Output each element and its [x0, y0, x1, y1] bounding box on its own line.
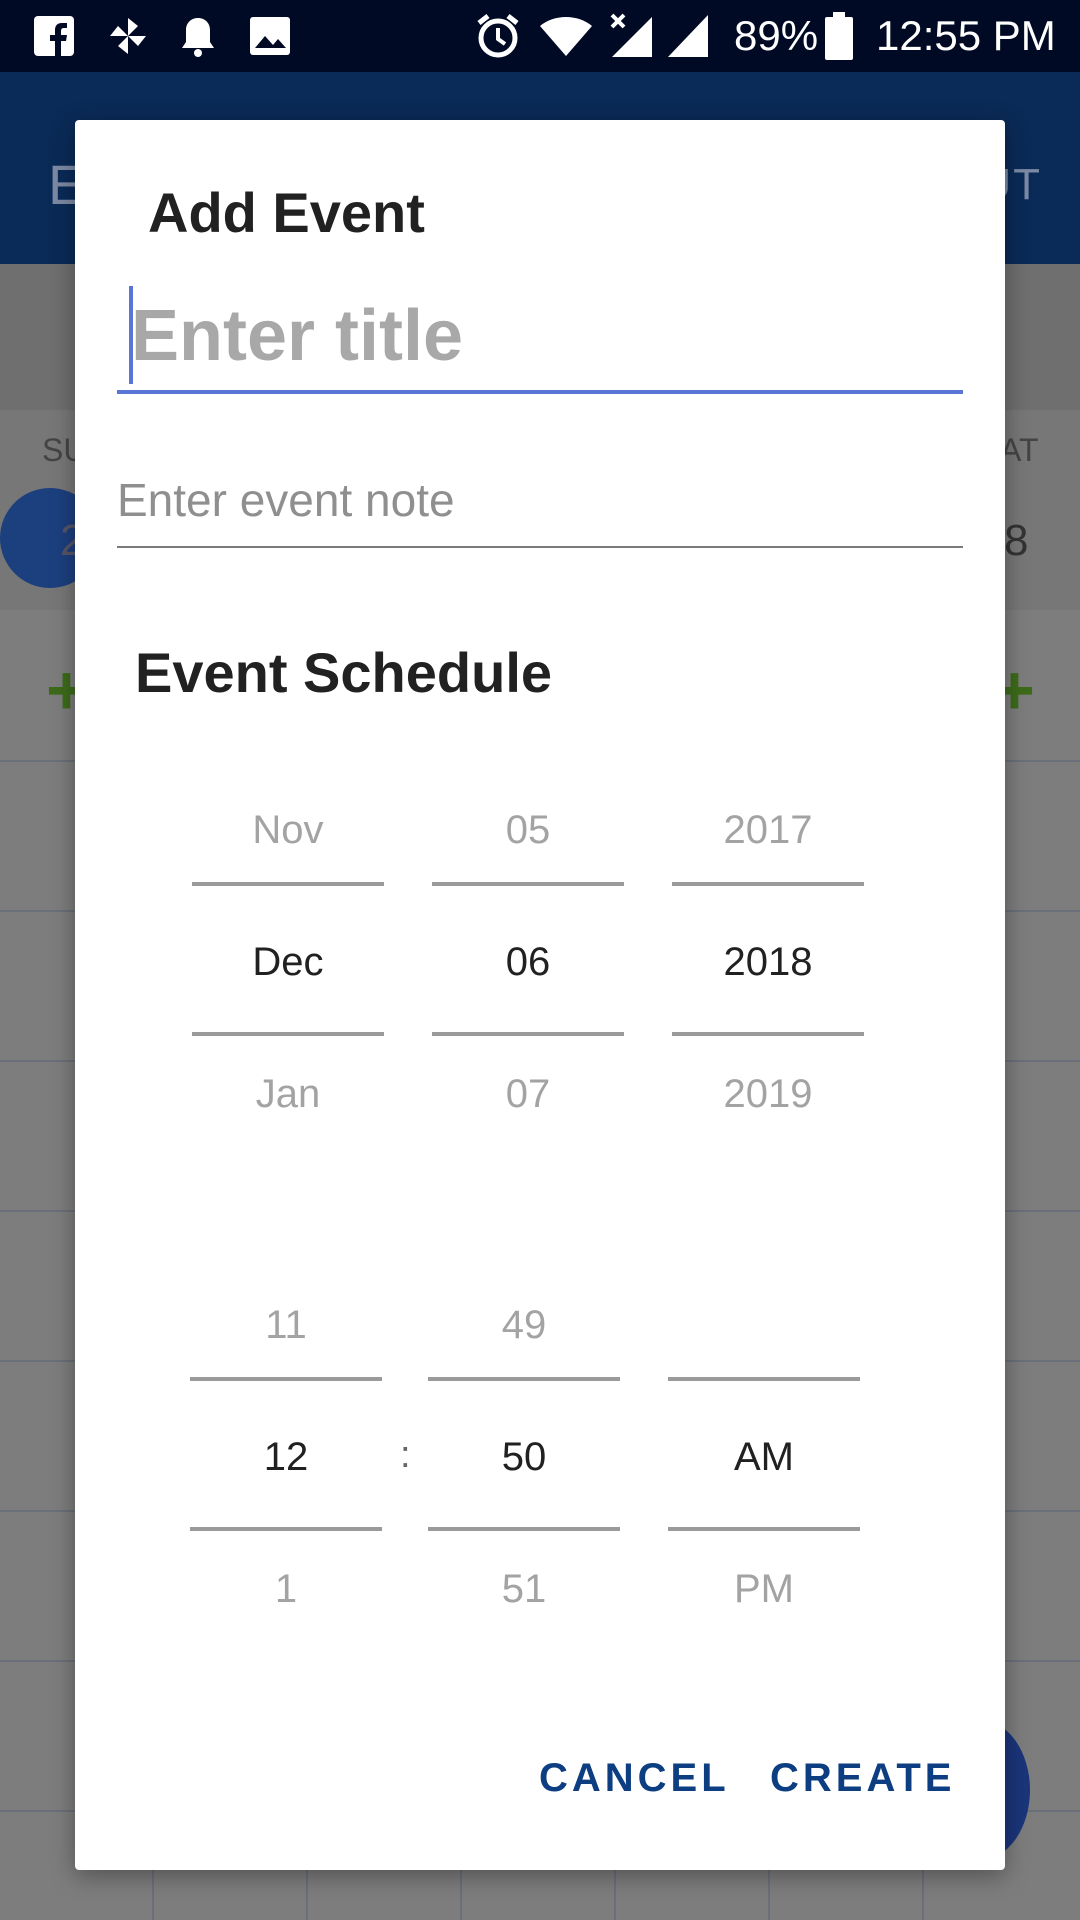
picker-divider [432, 882, 624, 886]
bell-icon [176, 14, 220, 58]
minute-selected[interactable]: 50 [428, 1435, 620, 1480]
day-picker[interactable]: 05 06 [432, 800, 624, 1040]
create-button[interactable]: CREATE [770, 1756, 955, 1801]
day-next[interactable]: 07 [432, 1072, 624, 1117]
year-next[interactable]: 2019 [672, 1072, 864, 1117]
minute-picker[interactable]: 49 50 [428, 1295, 620, 1535]
facebook-icon [32, 14, 76, 58]
year-picker[interactable]: 2017 2018 [672, 800, 864, 1040]
add-event-dialog: Add Event Event Schedule Nov Dec Jan 05 … [75, 120, 1005, 1870]
picker-divider [668, 1377, 860, 1381]
dialog-title: Add Event [148, 181, 425, 244]
year-selected[interactable]: 2018 [672, 940, 864, 985]
hour-selected[interactable]: 12 [190, 1435, 382, 1480]
picker-divider [192, 882, 384, 886]
day-prev[interactable]: 05 [432, 808, 624, 853]
alarm-icon [474, 14, 522, 58]
pinwheel-icon [104, 14, 152, 58]
time-separator: : [400, 1434, 411, 1476]
month-picker[interactable]: Nov Dec [192, 800, 384, 1040]
cancel-button[interactable]: CANCEL [539, 1756, 730, 1801]
minute-next[interactable]: 51 [428, 1567, 620, 1612]
picker-divider [192, 1032, 384, 1036]
picker-divider [428, 1527, 620, 1531]
ampm-next[interactable]: PM [668, 1567, 860, 1612]
picker-divider [190, 1377, 382, 1381]
picker-divider [672, 882, 864, 886]
weekday-label-saturday: AT [1000, 432, 1039, 468]
status-bar: 89% 12:55 PM [0, 0, 1080, 72]
ampm-picker[interactable]: AM [668, 1295, 860, 1535]
battery-icon [824, 12, 854, 60]
day-selected[interactable]: 06 [432, 940, 624, 985]
picker-divider [672, 1032, 864, 1036]
clock-time: 12:55 PM [876, 12, 1056, 59]
ampm-selected[interactable]: AM [668, 1435, 860, 1480]
picker-divider [190, 1527, 382, 1531]
signal-no-data-icon [606, 13, 656, 58]
picker-divider [432, 1032, 624, 1036]
wifi-icon [538, 14, 594, 58]
picker-divider [428, 1377, 620, 1381]
month-selected[interactable]: Dec [192, 940, 384, 985]
signal-icon [666, 14, 712, 58]
hour-prev[interactable]: 11 [190, 1303, 382, 1348]
month-next[interactable]: Jan [192, 1072, 384, 1117]
month-prev[interactable]: Nov [192, 808, 384, 853]
battery-percent: 89% [734, 12, 819, 59]
image-icon [248, 14, 292, 58]
hour-next[interactable]: 1 [190, 1567, 382, 1612]
event-schedule-heading: Event Schedule [135, 641, 553, 704]
text-cursor [129, 286, 133, 384]
event-title-input[interactable] [117, 282, 963, 394]
minute-prev[interactable]: 49 [428, 1303, 620, 1348]
picker-divider [668, 1527, 860, 1531]
hour-picker[interactable]: 11 12 [190, 1295, 382, 1535]
event-note-input[interactable] [117, 460, 963, 548]
year-prev[interactable]: 2017 [672, 808, 864, 853]
day-number-right[interactable]: 8 [1004, 516, 1028, 566]
